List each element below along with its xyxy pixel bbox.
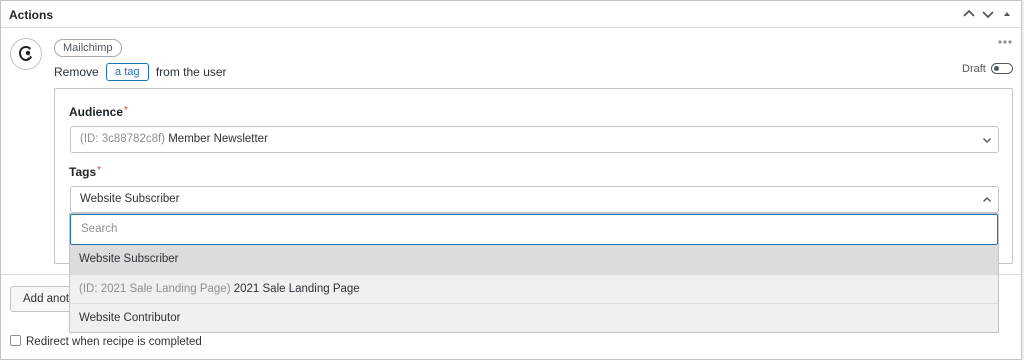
actions-metabox: Actions Mailchimp Remove a tag from the … (0, 0, 1023, 360)
option-label: Website Contributor (79, 312, 181, 324)
tags-option[interactable]: (ID: 2021 Sale Landing Page) 2021 Sale L… (70, 274, 998, 303)
collapse-triangle-icon[interactable] (999, 6, 1015, 22)
audience-value: Member Newsletter (168, 133, 268, 145)
mailchimp-logo-icon (10, 38, 42, 70)
audience-label-text: Audience (69, 105, 124, 119)
tags-search-input[interactable]: Search (70, 214, 998, 245)
toggle-knob (994, 66, 999, 71)
tags-label-text: Tags (69, 165, 97, 179)
tags-label: Tags* (69, 165, 101, 179)
redirect-label: Redirect when recipe is completed (26, 336, 202, 348)
audience-select[interactable]: (ID: 3c88782c8f) Member Newsletter (70, 126, 999, 153)
option-id: (ID: 2021 Sale Landing Page) (79, 283, 231, 295)
tags-option[interactable]: Website Subscriber (70, 245, 998, 274)
tag-token-button[interactable]: a tag (106, 63, 149, 81)
tags-dropdown: Search Website Subscriber (ID: 2021 Sale… (69, 213, 999, 333)
actions-header: Actions (1, 1, 1023, 28)
option-label: Website Subscriber (79, 253, 179, 265)
tags-value: Website Subscriber (80, 193, 180, 205)
action-sentence: Remove a tag from the user (54, 63, 227, 81)
tags-select[interactable]: Website Subscriber (70, 186, 999, 213)
redirect-checkbox-row[interactable]: Redirect when recipe is completed (10, 335, 202, 349)
sentence-verb: Remove (54, 65, 99, 79)
more-options-icon[interactable] (997, 35, 1013, 45)
chevron-up-icon (982, 196, 992, 204)
required-mark: * (97, 165, 102, 176)
required-mark: * (124, 105, 128, 116)
audience-label: Audience* (69, 105, 128, 119)
actions-title: Actions (9, 8, 54, 22)
sentence-rest: from the user (155, 65, 227, 79)
tags-option[interactable]: Website Contributor (70, 303, 998, 332)
option-label: 2021 Sale Landing Page (233, 283, 360, 295)
draft-toggle[interactable] (991, 63, 1013, 74)
audience-id: (ID: 3c88782c8f) (80, 133, 166, 145)
integration-pill: Mailchimp (54, 39, 122, 57)
draft-status-label: Draft (962, 63, 986, 75)
redirect-checkbox[interactable] (10, 335, 21, 346)
chevron-down-icon[interactable] (980, 6, 996, 22)
chevron-down-icon (982, 136, 992, 144)
chevron-up-icon[interactable] (961, 6, 977, 22)
